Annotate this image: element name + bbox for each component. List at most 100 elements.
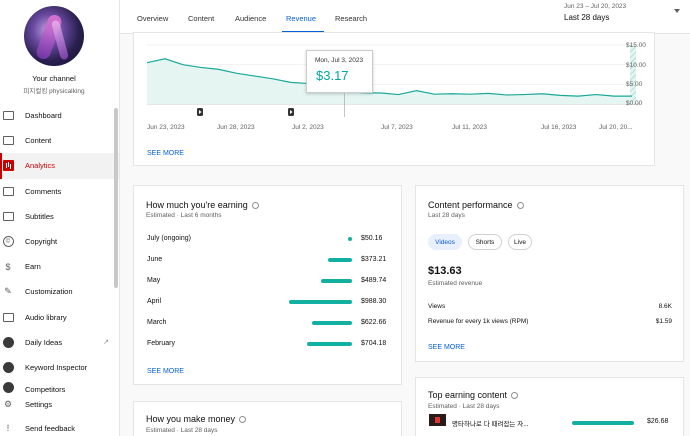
analytics-icon — [1, 159, 15, 173]
card-subtitle: Estimated · Last 6 months — [146, 212, 222, 219]
sidebar-item-comments[interactable]: Comments — [0, 179, 119, 204]
wand-icon: ✎ — [4, 286, 12, 297]
info-icon[interactable] — [239, 416, 247, 424]
card-title: How you make money — [146, 414, 247, 424]
tab-content[interactable]: Content — [188, 14, 214, 23]
shorts-icon[interactable] — [197, 108, 203, 116]
earning-bar — [321, 279, 352, 283]
sidebar-item-label: Earn — [25, 262, 41, 272]
sidebar-nav: Dashboard Content Analytics Comments Sub… — [0, 103, 119, 394]
top-earning-card: Top earning content Estimated · Last 28 … — [415, 377, 684, 436]
tab-overview[interactable]: Overview — [137, 14, 168, 23]
sidebar-item-dashboard[interactable]: Dashboard — [0, 103, 119, 128]
sidebar-item-keyword-inspector[interactable]: Keyword Inspector — [0, 355, 119, 380]
card-title: Content performance — [428, 200, 524, 210]
earning-month: June — [147, 256, 163, 263]
earning-value: $373.21 — [361, 256, 387, 263]
y-tick-label: $5.00 — [626, 81, 643, 88]
tooltip-date: Mon, Jul 3, 2023 — [315, 57, 364, 64]
earning-value: $704.18 — [361, 340, 387, 347]
content-icon — [1, 134, 15, 148]
chip-live[interactable]: Live — [508, 234, 532, 250]
ideas-icon — [1, 335, 15, 349]
sidebar-item-copyright[interactable]: © Copyright — [0, 229, 119, 254]
comments-icon — [1, 184, 15, 198]
content-performance-card: Content performance Last 28 days Videos … — [415, 185, 684, 362]
x-tick-label: Jul 2, 2023 — [292, 124, 324, 131]
sidebar-item-audio-library[interactable]: Audio library — [0, 305, 119, 330]
revenue-chart[interactable] — [134, 33, 654, 133]
main-content: $15.00 $10.00 $5.00 $0.00 Jun 23, 2023 J… — [120, 32, 690, 436]
sidebar-item-send-feedback[interactable]: ! Send feedback — [0, 416, 119, 436]
top-tab-bar: Overview Content Audience Revenue Resear… — [120, 0, 690, 34]
revenue-chart-card: $15.00 $10.00 $5.00 $0.00 Jun 23, 2023 J… — [133, 32, 655, 166]
sidebar-item-label: Analytics — [25, 161, 56, 171]
sidebar-item-settings[interactable]: ⚙ Settings — [0, 392, 119, 416]
chip-videos[interactable]: Videos — [428, 234, 462, 250]
x-tick-label: Jun 28, 2023 — [217, 124, 255, 131]
card-title: How much you're earning — [146, 200, 259, 210]
sidebar-item-label: Comments — [25, 186, 62, 196]
earning-month: February — [147, 340, 176, 347]
sidebar-item-earn[interactable]: $ Earn — [0, 254, 119, 279]
rpm-value: $1.59 — [655, 318, 672, 325]
date-range-label[interactable]: Last 28 days — [564, 13, 609, 22]
video-earning-value: $26.68 — [647, 418, 669, 425]
see-more-link[interactable]: SEE MORE — [428, 344, 465, 351]
keyword-icon — [1, 360, 15, 374]
sidebar-item-customization[interactable]: ✎ Customization — [0, 279, 119, 304]
sidebar-item-label: Settings — [25, 399, 53, 409]
views-value: 8.6K — [658, 303, 672, 310]
x-tick-label: Jul 7, 2023 — [381, 124, 413, 131]
earning-month: May — [147, 277, 161, 284]
sidebar-bottom: ⚙ Settings ! Send feedback — [0, 392, 119, 436]
chevron-down-icon[interactable] — [674, 9, 680, 13]
shorts-icon[interactable] — [288, 108, 294, 116]
earning-value: $622.66 — [361, 319, 387, 326]
see-more-link[interactable]: SEE MORE — [147, 368, 184, 375]
revenue-area — [147, 58, 632, 104]
earning-card: How much you're earning Estimated · Last… — [133, 185, 402, 385]
card-title: Top earning content — [428, 390, 519, 400]
copyright-icon: © — [1, 235, 15, 249]
tab-audience[interactable]: Audience — [235, 14, 266, 23]
video-title[interactable]: 명타하나로 다 때려잡는 자... — [452, 418, 529, 428]
earning-bar — [289, 300, 352, 304]
sidebar-item-analytics[interactable]: Analytics — [0, 153, 119, 179]
info-icon[interactable] — [511, 392, 519, 400]
sidebar-item-label: Copyright — [25, 237, 58, 247]
make-money-card: How you make money Estimated · Last 28 d… — [133, 401, 402, 436]
sidebar-item-label: Content — [25, 136, 52, 146]
earning-bar — [328, 258, 352, 262]
tab-revenue[interactable]: Revenue — [286, 14, 316, 23]
channel-avatar[interactable] — [24, 6, 84, 66]
sidebar-item-label: Subtitles — [25, 211, 54, 221]
earning-month: March — [147, 319, 167, 326]
x-tick-label: Jul 20, 20... — [599, 124, 633, 131]
estimated-revenue-value: $13.63 — [428, 265, 462, 277]
rpm-label: Revenue for every 1k views (RPM) — [428, 318, 529, 325]
subtitles-icon — [1, 209, 15, 223]
sidebar-item-subtitles[interactable]: Subtitles — [0, 204, 119, 229]
earning-bar — [312, 321, 352, 325]
channel-title: Your channel — [32, 74, 76, 83]
earning-row: May $489.74 — [147, 277, 387, 289]
y-tick-label: $15.00 — [626, 42, 646, 49]
earning-bar — [572, 421, 634, 425]
sidebar-scrollbar[interactable] — [114, 108, 118, 288]
info-icon[interactable] — [516, 202, 524, 210]
earning-row: April $988.30 — [147, 298, 387, 310]
x-tick-label: Jun 23, 2023 — [147, 124, 185, 131]
video-thumbnail[interactable] — [429, 414, 446, 426]
sidebar-item-content[interactable]: Content — [0, 128, 119, 153]
earning-month: July (ongoing) — [147, 235, 191, 242]
gear-icon: ⚙ — [3, 398, 13, 409]
earning-month: April — [147, 298, 162, 305]
see-more-link[interactable]: SEE MORE — [147, 150, 184, 157]
external-link-icon: ↗ — [103, 339, 109, 347]
estimated-revenue-label: Estimated revenue — [428, 280, 483, 287]
sidebar-item-daily-ideas[interactable]: Daily Ideas ↗ — [0, 330, 119, 355]
chip-shorts[interactable]: Shorts — [468, 234, 502, 250]
tab-research[interactable]: Research — [335, 14, 367, 23]
info-icon[interactable] — [251, 202, 259, 210]
